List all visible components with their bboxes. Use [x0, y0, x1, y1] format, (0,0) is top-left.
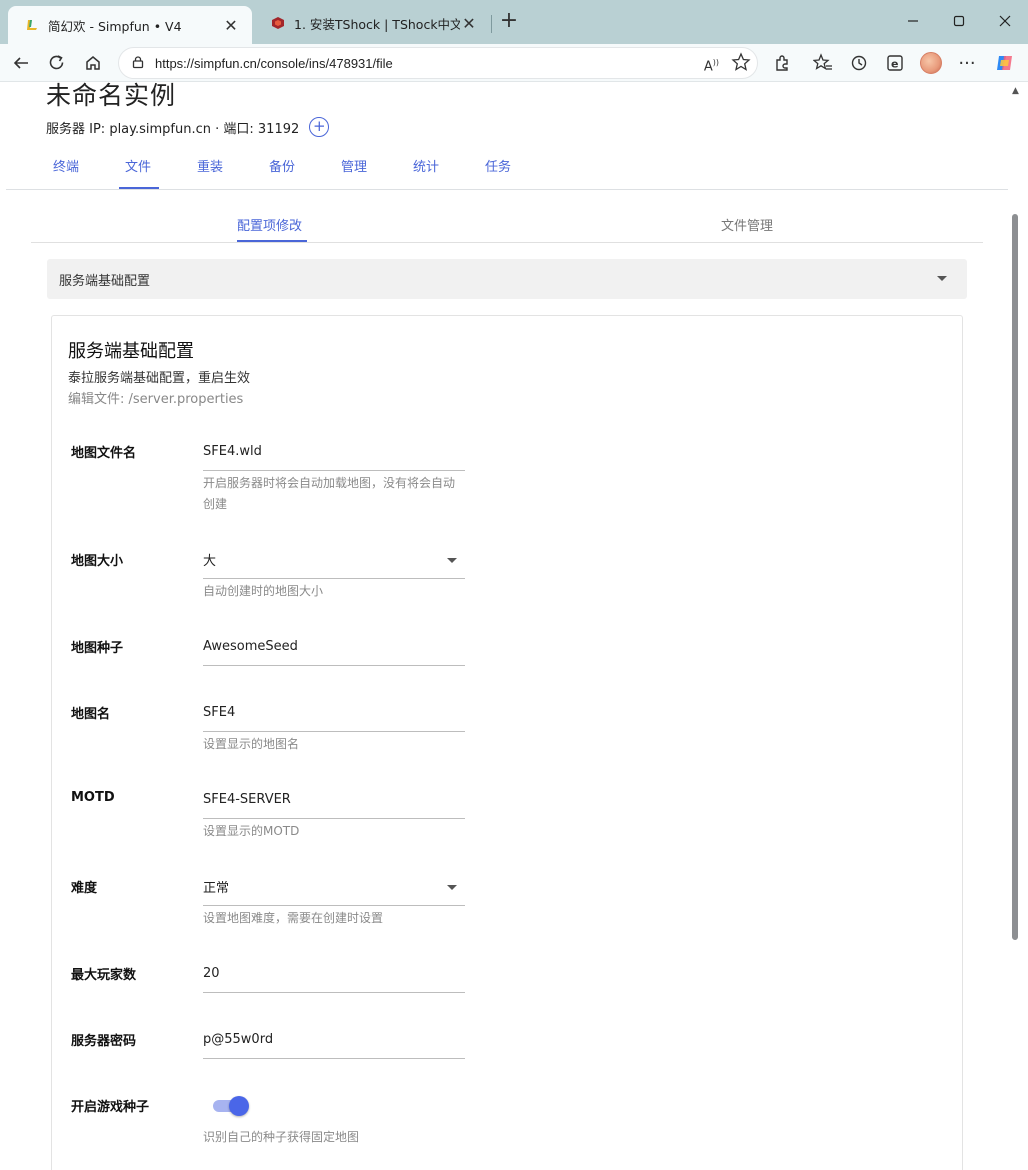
extensions-icon[interactable] [767, 48, 797, 78]
add-icon[interactable]: + [309, 117, 330, 137]
maximize-button[interactable] [944, 8, 974, 34]
field-label: 开启游戏种子 [71, 1100, 150, 1115]
map-size-value: 大 [203, 554, 217, 569]
home-icon[interactable] [78, 48, 108, 78]
caret-down-icon [447, 558, 457, 563]
active-subtab-indicator [237, 240, 307, 242]
address-bar[interactable]: https://simpfun.cn/console/ins/478931/fi… [118, 47, 758, 79]
refresh-icon[interactable] [42, 48, 72, 78]
config-select-value: 服务端基础配置 [59, 273, 151, 289]
scroll-up-icon[interactable]: ▲ [1012, 86, 1019, 96]
new-tab-button[interactable]: + [498, 10, 520, 34]
tab-title: 简幻欢 - Simpfun • V4 [48, 18, 182, 34]
active-tab-indicator [119, 187, 159, 189]
field-hint: 自动创建时的地图大小 [203, 584, 324, 598]
tab-tasks[interactable]: 任务 [485, 156, 511, 175]
field-hint: 设置显示的地图名 [203, 737, 300, 751]
map-seed-input[interactable]: AwesomeSeed [203, 628, 465, 666]
more-icon[interactable]: ··· [952, 48, 982, 78]
game-seed-toggle[interactable] [213, 1096, 249, 1116]
subtab-config-edit[interactable]: 配置项修改 [237, 215, 302, 234]
map-size-select[interactable]: 大 [203, 541, 465, 579]
field-label: 服务器密码 [71, 1034, 137, 1049]
server-ip-info: 服务器 IP: play.simpfun.cn · 端口: 31192 + [46, 117, 330, 137]
caret-down-icon [447, 885, 457, 890]
history-icon[interactable] [844, 48, 874, 78]
card-subtitle: 泰拉服务端基础配置，重启生效 [68, 371, 251, 386]
field-label: 地图名 [71, 707, 111, 722]
url-text[interactable]: https://simpfun.cn/console/ins/478931/fi… [155, 56, 393, 71]
tab-tshock[interactable]: 1. 安装TShock | TShock中文插件库 ✕ [254, 6, 490, 40]
map-name-input[interactable]: SFE4 [203, 694, 465, 732]
field-label: 最大玩家数 [71, 968, 137, 983]
favorites-icon[interactable] [808, 48, 838, 78]
close-tab-icon[interactable]: ✕ [222, 16, 240, 35]
close-tab-icon[interactable]: ✕ [460, 14, 478, 33]
minimize-button[interactable] [898, 8, 928, 34]
field-label: 地图种子 [71, 641, 124, 656]
card-file-path: 编辑文件: /server.properties [68, 392, 244, 407]
field-label: 地图大小 [71, 554, 124, 569]
config-card: 服务端基础配置 泰拉服务端基础配置，重启生效 编辑文件: /server.pro… [51, 315, 963, 1170]
tab-divider [491, 15, 492, 33]
field-label: MOTD [71, 790, 115, 805]
difficulty-value: 正常 [203, 881, 230, 896]
field-hint: 设置显示的MOTD [203, 824, 300, 838]
server-ip-text: 服务器 IP: play.simpfun.cn · 端口: 31192 [46, 121, 300, 137]
subtab-file-manager[interactable]: 文件管理 [721, 215, 773, 234]
tab-stats[interactable]: 统计 [413, 156, 439, 175]
tab-files[interactable]: 文件 [125, 156, 151, 175]
field-hint: 开启服务器时将会自动加载地图，没有将会自动创建 [203, 476, 456, 511]
scrollbar-thumb[interactable] [1012, 214, 1018, 940]
tab-backup[interactable]: 备份 [269, 156, 295, 175]
main-nav: 终端 文件 重装 备份 管理 统计 任务 [6, 140, 1008, 190]
card-title: 服务端基础配置 [68, 341, 194, 362]
avatar[interactable] [916, 48, 946, 78]
caret-down-icon [937, 276, 947, 281]
browser-toolbar: https://simpfun.cn/console/ins/478931/fi… [0, 44, 1028, 82]
difficulty-select[interactable]: 正常 [203, 868, 465, 906]
field-hint: 设置地图难度，需要在创建时设置 [203, 911, 384, 925]
favorite-star-icon[interactable] [731, 52, 751, 78]
svg-text:e: e [891, 58, 898, 71]
edge-icon[interactable]: e [880, 48, 910, 78]
read-aloud-icon[interactable]: A)) [704, 52, 719, 78]
config-select[interactable]: 服务端基础配置 [47, 259, 967, 299]
tab-simpfun[interactable]: 简幻欢 - Simpfun • V4 ✕ [8, 6, 252, 44]
tshock-favicon-icon [270, 15, 286, 31]
tab-title: 1. 安装TShock | TShock中文插件库 [294, 16, 460, 32]
max-players-input[interactable]: 20 [203, 955, 465, 993]
copilot-icon[interactable] [990, 48, 1020, 78]
field-label: 难度 [71, 881, 98, 896]
simpfun-favicon-icon [24, 17, 40, 33]
map-file-name-input[interactable]: SFE4.wld [203, 433, 465, 471]
page-content: 未命名实例 服务器 IP: play.simpfun.cn · 端口: 3119… [6, 82, 1008, 1170]
instance-title: 未命名实例 [46, 82, 177, 110]
back-icon[interactable] [6, 48, 36, 78]
motd-input[interactable]: SFE4-SERVER [203, 781, 465, 819]
tab-manage[interactable]: 管理 [341, 156, 367, 175]
tab-reinstall[interactable]: 重装 [197, 156, 223, 175]
lock-icon[interactable] [131, 54, 145, 73]
server-password-input[interactable]: p@55w0rd [203, 1021, 465, 1059]
sub-tabs: 配置项修改 文件管理 [31, 204, 983, 243]
field-hint: 识别自己的种子获得固定地图 [203, 1130, 360, 1144]
field-label: 地图文件名 [71, 446, 137, 461]
tab-terminal[interactable]: 终端 [53, 156, 79, 175]
close-window-button[interactable] [990, 8, 1020, 34]
toggle-thumb [229, 1096, 249, 1116]
browser-tab-strip: 简幻欢 - Simpfun • V4 ✕ 1. 安装TShock | TShoc… [0, 0, 1028, 44]
